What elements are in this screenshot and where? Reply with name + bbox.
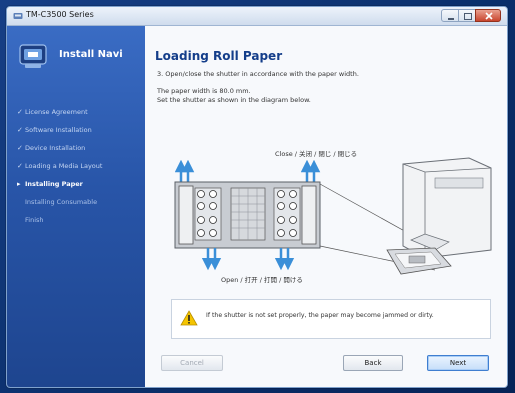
shutter-diagram: Close / 关闭 / 閉じ / 閉じる Open / 打开 / 打開 / 開… — [174, 149, 492, 284]
open-label: Open / 打开 / 打開 / 開ける — [221, 275, 303, 284]
step-label: Installing Paper — [25, 180, 83, 188]
close-button[interactable] — [475, 9, 501, 22]
main-content: Loading Roll Paper 3. Open/close the shu… — [145, 26, 507, 387]
paper-width-note: The paper width is 80.0 mm. — [157, 87, 251, 95]
close-arrows — [174, 159, 321, 182]
warning-icon — [180, 310, 198, 326]
step-device-installation: ✓ Device Installation — [17, 144, 139, 162]
step-label: Loading a Media Layout — [25, 162, 103, 170]
step-license-agreement: ✓ License Agreement — [17, 108, 139, 126]
warning-text: If the shutter is not set properly, the … — [206, 312, 434, 319]
window-title: TM-C3500 Series — [26, 10, 94, 19]
step-marker: ✓ — [17, 126, 23, 134]
install-navi-logo-icon — [19, 44, 47, 68]
step-marker: ✓ — [17, 162, 23, 170]
paper-holder — [174, 181, 321, 249]
step-marker: ✓ — [17, 108, 23, 116]
back-button[interactable]: Back — [343, 355, 403, 371]
cancel-button[interactable]: Cancel — [161, 355, 223, 371]
app-icon — [13, 13, 23, 19]
desktop-background: TM-C3500 Series Install Navi ✓ License A… — [0, 0, 515, 393]
title-bar[interactable]: TM-C3500 Series — [7, 7, 507, 26]
step-label: Installing Consumable — [25, 198, 98, 206]
step-media-layout: ✓ Loading a Media Layout — [17, 162, 139, 180]
printer-illustration — [386, 157, 492, 275]
minimize-button[interactable] — [441, 9, 459, 22]
instruction-text: 3. Open/close the shutter in accordance … — [157, 70, 359, 78]
close-icon — [485, 12, 493, 20]
page-title: Loading Roll Paper — [155, 49, 283, 63]
window-controls — [441, 9, 501, 22]
step-list: ✓ License Agreement ✓ Software Installat… — [17, 108, 139, 234]
step-label: Software Installation — [25, 126, 92, 134]
step-label: License Agreement — [25, 108, 88, 116]
shutter-setting-note: Set the shutter as shown in the diagram … — [157, 96, 311, 104]
step-label: Finish — [25, 216, 44, 224]
step-software-installation: ✓ Software Installation — [17, 126, 139, 144]
warning-box: If the shutter is not set properly, the … — [171, 299, 491, 339]
open-arrows — [201, 248, 295, 271]
step-installing-consumable: Installing Consumable — [17, 198, 139, 216]
next-button[interactable]: Next — [427, 355, 489, 371]
step-marker: ✓ — [17, 144, 23, 152]
sidebar: Install Navi ✓ License Agreement ✓ Softw… — [7, 26, 145, 387]
brand-name: Install Navi — [59, 49, 123, 60]
maximize-button[interactable] — [458, 9, 476, 22]
step-finish: Finish — [17, 216, 139, 234]
step-label: Device Installation — [25, 144, 86, 152]
close-label: Close / 关闭 / 閉じ / 閉じる — [275, 149, 357, 158]
step-marker: ▸ — [17, 180, 21, 188]
installer-window: TM-C3500 Series Install Navi ✓ License A… — [6, 6, 508, 388]
step-installing-paper: ▸ Installing Paper — [17, 180, 139, 198]
